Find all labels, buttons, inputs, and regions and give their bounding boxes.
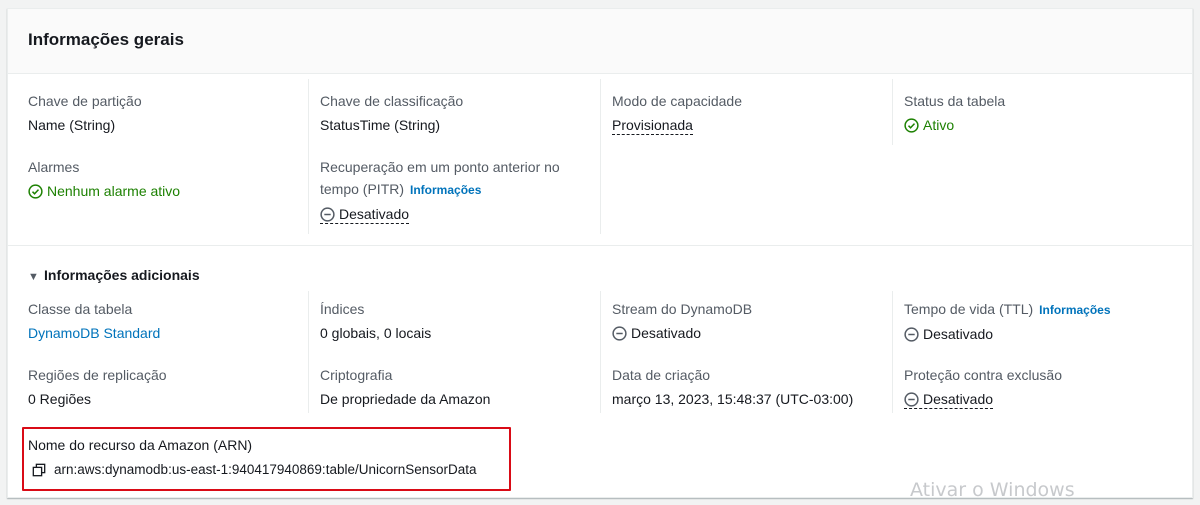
sort-key-value: StatusTime (String) <box>320 117 441 133</box>
windows-activation-watermark: Ativar o Windows <box>910 479 1075 501</box>
check-circle-icon <box>904 118 919 138</box>
capacity-mode-value[interactable]: Provisionada <box>612 117 693 135</box>
ttl-info-link[interactable]: Informações <box>1039 303 1110 317</box>
ttl-field: Tempo de vida (TTL) Informações Desativad… <box>904 299 1111 347</box>
minus-circle-icon <box>904 392 919 412</box>
indexes-field: Índices 0 globais, 0 locais <box>320 299 431 343</box>
sort-key-label: Chave de classificação <box>320 93 464 109</box>
pitr-label-line2: tempo (PITR) <box>320 181 405 197</box>
creation-date-value: março 13, 2023, 15:48:37 (UTC-03:00) <box>612 391 854 407</box>
panel-header: Informações gerais <box>8 9 1192 74</box>
indexes-label: Índices <box>320 301 365 317</box>
table-class-field: Classe da tabela DynamoDB Standard <box>28 299 160 343</box>
capacity-mode-label: Modo de capacidade <box>612 93 742 109</box>
additional-info-toggle[interactable]: ▼ Informações adicionais <box>28 267 200 283</box>
column-separator <box>308 291 309 413</box>
minus-circle-icon <box>320 207 335 227</box>
partition-key-value: Name (String) <box>28 117 116 133</box>
partition-key-field: Chave de partição Name (String) <box>28 91 142 135</box>
creation-date-field: Data de criação março 13, 2023, 15:48:37… <box>612 365 853 409</box>
table-status-value: Ativo <box>923 117 955 133</box>
encryption-value: De propriedade da Amazon <box>320 391 491 407</box>
section-divider <box>8 245 1192 246</box>
alarms-label: Alarmes <box>28 159 80 175</box>
table-status-field: Status da tabela Ativo <box>904 91 1005 138</box>
stream-field: Stream do DynamoDB Desativado <box>612 299 752 346</box>
minus-circle-icon <box>904 327 919 347</box>
minus-circle-icon <box>612 326 627 346</box>
capacity-mode-field: Modo de capacidade Provisionada <box>612 91 742 135</box>
pitr-field: Recuperação em um ponto anterior no temp… <box>320 157 590 227</box>
check-circle-icon <box>28 184 43 204</box>
stream-label: Stream do DynamoDB <box>612 301 753 317</box>
pitr-value: Desativado <box>339 206 410 222</box>
column-separator <box>600 291 601 413</box>
caret-down-icon: ▼ <box>28 271 39 283</box>
encryption-label: Criptografia <box>320 367 393 383</box>
arn-label: Nome do recurso da Amazon (ARN) <box>28 437 253 453</box>
table-class-label: Classe da tabela <box>28 301 133 317</box>
replica-regions-value: 0 Regiões <box>28 391 92 407</box>
copy-icon[interactable] <box>32 462 46 482</box>
pitr-label-line1: Recuperação em um ponto anterior no <box>320 159 560 175</box>
column-separator <box>892 79 893 145</box>
deletion-protection-field: Proteção contra exclusão Desativado <box>904 365 1062 412</box>
encryption-field: Criptografia De propriedade da Amazon <box>320 365 490 409</box>
partition-key-label: Chave de partição <box>28 93 142 109</box>
additional-info-label: Informações adicionais <box>44 267 200 283</box>
deletion-protection-value-wrap[interactable]: Desativado <box>904 391 994 412</box>
arn-value: arn:aws:dynamodb:us-east-1:940417940869:… <box>54 462 477 477</box>
deletion-protection-label: Proteção contra exclusão <box>904 367 1062 383</box>
column-separator <box>308 79 309 234</box>
replica-regions-field: Regiões de replicação 0 Regiões <box>28 365 167 409</box>
alarms-value: Nenhum alarme ativo <box>47 183 181 199</box>
indexes-value: 0 globais, 0 locais <box>320 325 432 341</box>
pitr-info-link[interactable]: Informações <box>410 183 481 197</box>
alarms-field: Alarmes Nenhum alarme ativo <box>28 157 180 204</box>
ttl-label: Tempo de vida (TTL) <box>904 301 1034 317</box>
table-class-value[interactable]: DynamoDB Standard <box>28 323 160 343</box>
stream-value: Desativado <box>631 325 702 341</box>
column-separator <box>892 291 893 413</box>
sort-key-field: Chave de classificação StatusTime (Strin… <box>320 91 463 135</box>
general-info-panel: Informações gerais Chave de partição Nam… <box>7 8 1193 498</box>
arn-field: Nome do recurso da Amazon (ARN) arn:aws:… <box>28 435 477 482</box>
table-status-label: Status da tabela <box>904 93 1006 109</box>
deletion-protection-value: Desativado <box>923 391 994 407</box>
creation-date-label: Data de criação <box>612 367 711 383</box>
replica-regions-label: Regiões de replicação <box>28 367 167 383</box>
pitr-value-wrap[interactable]: Desativado <box>320 206 410 227</box>
panel-title: Informações gerais <box>28 30 184 49</box>
column-separator <box>600 79 601 234</box>
ttl-value: Desativado <box>923 326 994 342</box>
